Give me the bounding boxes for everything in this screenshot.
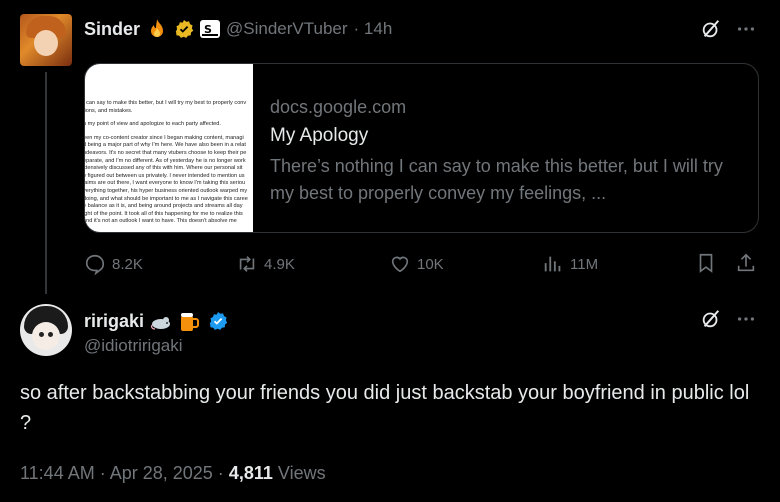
reply-views-label: Views bbox=[277, 463, 326, 483]
more-options-icon[interactable] bbox=[735, 18, 759, 42]
thumbnail-text-line: verything together, his hyper business o… bbox=[85, 188, 248, 194]
verified-blue-badge-icon[interactable] bbox=[208, 311, 228, 331]
document-thumbnail: I can say to make this better, but I wil… bbox=[85, 64, 253, 232]
views-count: 11M bbox=[570, 255, 599, 273]
thread-connector-line bbox=[45, 72, 47, 294]
thumbnail-text-line: n my point of view and apologize to each… bbox=[85, 121, 221, 128]
thumbnail-text-line: eparate, and I'm no different. As of yes… bbox=[85, 157, 246, 164]
avatar-face bbox=[32, 322, 60, 350]
reply-timestamp[interactable]: 11:44 AM · Apr 28, 2025 · bbox=[20, 463, 224, 483]
reply-count: 8.2K bbox=[112, 255, 143, 273]
repost-button[interactable]: 4.9K bbox=[236, 252, 295, 276]
reply-icon bbox=[85, 254, 105, 275]
card-title: My Apology bbox=[270, 125, 369, 146]
heart-icon bbox=[391, 256, 409, 273]
beer-emoji-icon bbox=[178, 309, 202, 333]
thumbnail-text-line: e figured out between us privately. I ne… bbox=[85, 172, 245, 179]
thumbnail-text-line: laims are out there, I want everyone to … bbox=[85, 180, 246, 187]
thumbnail-text-line: doing, and what should be important to m… bbox=[85, 195, 248, 202]
views-button[interactable]: 11M bbox=[542, 252, 598, 276]
thumbnail-text-line: I can say to make this better, but I wil… bbox=[85, 100, 247, 106]
post-time[interactable]: · 14h bbox=[354, 19, 393, 39]
reply-author-name[interactable]: ririgaki bbox=[84, 311, 144, 332]
author-avatar[interactable] bbox=[20, 14, 72, 66]
reply-button[interactable]: 8.2K bbox=[84, 252, 143, 276]
avatar-eye bbox=[39, 332, 44, 337]
bookmark-icon[interactable] bbox=[695, 252, 719, 276]
thumbnail-text-line: xtensively discussed any of this with hi… bbox=[85, 165, 243, 172]
author-handle[interactable]: @SinderVTuber bbox=[226, 19, 348, 39]
reply-text: so after backstabbing your friends you d… bbox=[20, 382, 750, 434]
thumbnail-text-line: ndeavors. It's no secret that many vtube… bbox=[85, 150, 247, 156]
fire-emoji-icon bbox=[146, 18, 168, 40]
repost-count: 4.9K bbox=[264, 255, 295, 273]
like-button[interactable]: 10K bbox=[389, 252, 444, 276]
reply-meta: 11:44 AM · Apr 28, 2025 · 4,811 Views bbox=[20, 463, 326, 484]
repost-icon bbox=[239, 256, 255, 272]
thumbnail-text-line: e balance as it is, and being around pro… bbox=[85, 203, 243, 210]
thumbnail-text-line: and it's not an outlook I want to have. … bbox=[85, 218, 237, 225]
grok-icon[interactable] bbox=[700, 308, 724, 332]
reply-header: ririgaki bbox=[84, 309, 228, 333]
affiliate-logo-icon[interactable]: S bbox=[200, 20, 221, 38]
thumbnail-text-line: d being a major part of why I'm here. We… bbox=[85, 142, 246, 149]
avatar-face bbox=[34, 30, 58, 56]
card-description: There’s nothing I can say to make this b… bbox=[270, 156, 723, 203]
like-count: 10K bbox=[417, 255, 444, 273]
verified-gold-badge-icon[interactable] bbox=[174, 19, 194, 39]
thumbnail-text-line: een my co-content creator since I began … bbox=[85, 134, 244, 141]
thumbnail-text-line: ight of the point. It took all of this h… bbox=[85, 210, 243, 217]
thumbnail-text-line: tions, and mistakes. bbox=[85, 107, 133, 114]
avatar-eye bbox=[48, 332, 53, 337]
more-options-icon[interactable] bbox=[735, 308, 759, 332]
views-chart-icon bbox=[544, 256, 561, 272]
post-header: Sinder S @SinderVTuber · 14h bbox=[84, 18, 392, 40]
reply-views-count: 4,811 bbox=[228, 463, 273, 483]
reply-author-avatar[interactable] bbox=[20, 304, 72, 356]
share-icon[interactable] bbox=[735, 252, 759, 276]
reply-author-handle[interactable]: @idiotririgaki bbox=[84, 336, 183, 356]
link-preview-card[interactable]: I can say to make this better, but I wil… bbox=[84, 63, 759, 233]
author-name[interactable]: Sinder bbox=[84, 19, 140, 40]
grok-icon[interactable] bbox=[700, 18, 724, 42]
card-domain: docs.google.com bbox=[270, 97, 407, 117]
mouse-emoji-icon bbox=[150, 311, 172, 331]
